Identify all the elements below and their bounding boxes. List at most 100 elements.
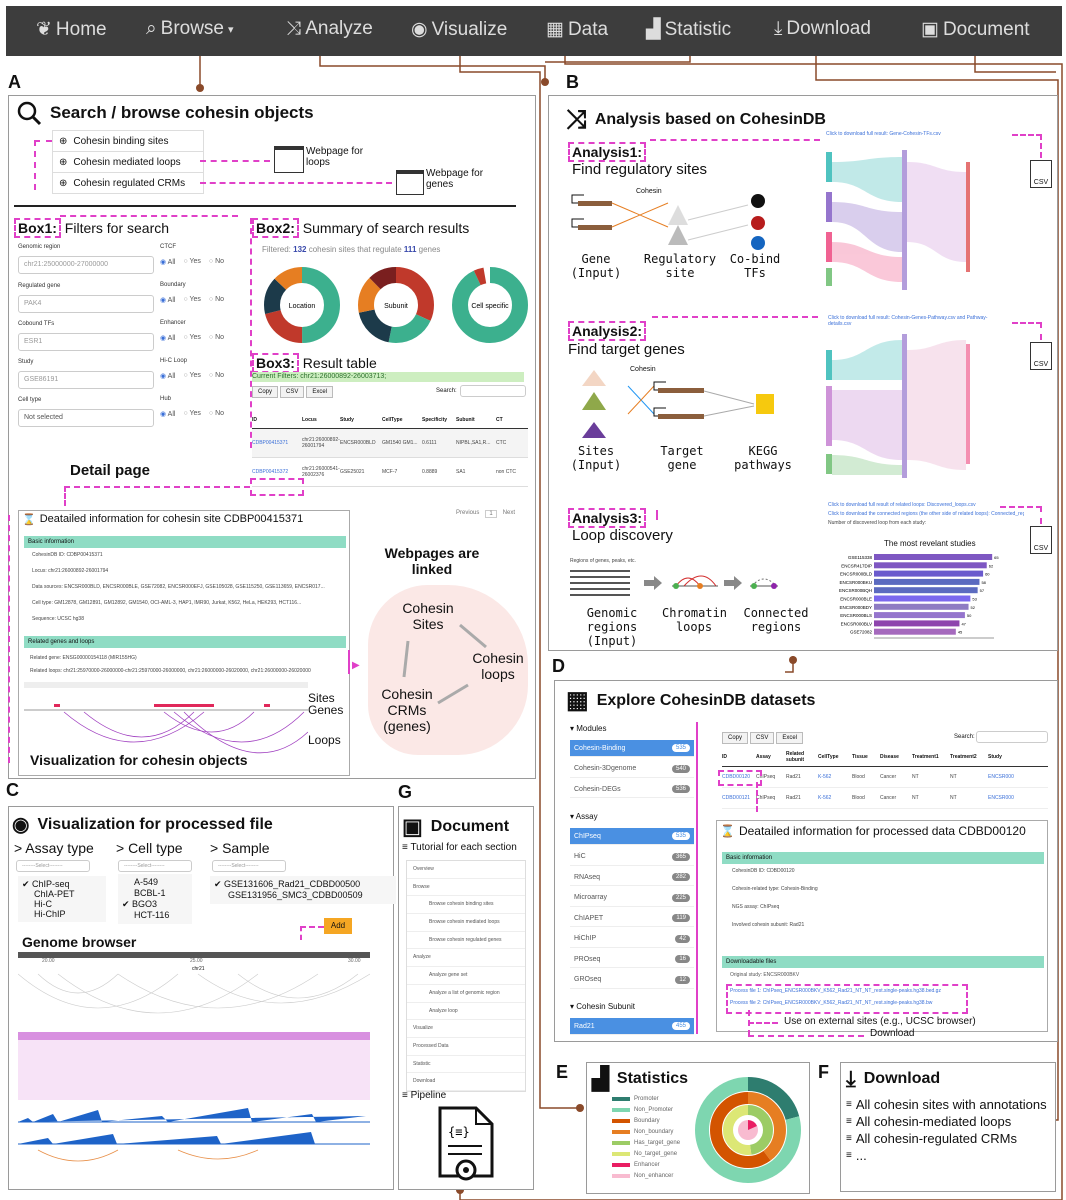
doc-tree-item[interactable]: Browse cohesin mediated loops bbox=[407, 914, 525, 932]
radio-option[interactable]: ◉ All bbox=[160, 258, 175, 266]
d-table-cell[interactable]: CDBD00121 bbox=[722, 795, 756, 801]
pager-page[interactable]: 1 bbox=[485, 510, 497, 518]
doc-tree-item[interactable]: Processed Data bbox=[407, 1038, 525, 1056]
doc-tree-item[interactable]: Visualize bbox=[407, 1020, 525, 1038]
assay-option[interactable]: Hi-C bbox=[22, 899, 102, 909]
radio-option[interactable]: ◉ All bbox=[160, 296, 175, 304]
excel-button[interactable]: Excel bbox=[776, 732, 804, 744]
sidebar-item-chiapet[interactable]: ChIAPET 119 bbox=[570, 910, 694, 927]
doc-tree-item[interactable]: Analyze loop bbox=[407, 1003, 525, 1021]
table-search-input[interactable] bbox=[460, 385, 526, 397]
sidebar-item-microarray[interactable]: Microarray 225 bbox=[570, 890, 694, 907]
menu-item-crms[interactable]: ⊕ Cohesin regulated CRMs bbox=[53, 173, 203, 193]
assay-option[interactable]: ChIA-PET bbox=[22, 889, 102, 899]
menu-item-loops[interactable]: ⊕ Cohesin mediated loops bbox=[53, 152, 203, 173]
related-loops[interactable]: Related loops: chr21:25970000-26000000-c… bbox=[30, 668, 340, 674]
csv-button[interactable]: CSV bbox=[280, 386, 305, 398]
sidebar-item-proseq[interactable]: PROseq 16 bbox=[570, 951, 694, 968]
radio-option[interactable]: ◉ All bbox=[160, 334, 175, 342]
d-table-row[interactable]: CDBD00120 ChIPseq Rad21 K-562 Blood Cancer NT N… bbox=[722, 767, 1048, 788]
study-input[interactable]: GSE86191 bbox=[18, 371, 154, 389]
celltype-select[interactable]: --------Select-------- bbox=[118, 860, 192, 872]
radio-option[interactable]: ○ Yes bbox=[183, 258, 200, 266]
download-item[interactable]: ≡ All cohesin sites with annotations bbox=[846, 1096, 1052, 1113]
doc-tree-item[interactable]: Analyze bbox=[407, 949, 525, 968]
sidebar-item-cohesin-degs[interactable]: Cohesin-DEGs 536 bbox=[570, 781, 694, 798]
radio-option[interactable]: ○ No bbox=[209, 410, 224, 418]
radio-option[interactable]: ○ Yes bbox=[183, 296, 200, 304]
doc-tree-item[interactable]: Browse cohesin regulated genes bbox=[407, 932, 525, 950]
download-item[interactable]: ≡ All cohesin-mediated loops bbox=[846, 1113, 1052, 1130]
copy-button[interactable]: Copy bbox=[252, 386, 279, 398]
excel-button[interactable]: Excel bbox=[306, 386, 334, 398]
sample-option[interactable]: ✔ GSE131606_Rad21_CDBD00500 bbox=[214, 879, 392, 890]
a1-download-link[interactable]: Click to download full result: Gene-Cohe… bbox=[826, 131, 1036, 137]
copy-button[interactable]: Copy bbox=[722, 732, 749, 744]
a3-link[interactable]: Click to download the connected regions … bbox=[828, 511, 1024, 517]
a2-download-link[interactable]: Click to download full result: Cohesin-G… bbox=[828, 315, 1008, 327]
a3-link[interactable]: Click to download full result of related… bbox=[828, 502, 1024, 508]
doc-tree-item[interactable]: Browse cohesin binding sites bbox=[407, 896, 525, 915]
doc-tree-item[interactable]: Overview bbox=[407, 861, 525, 879]
original-study: Original study: ENCSR000BKV bbox=[730, 972, 800, 978]
doc-tree-item[interactable]: Analyze gene set bbox=[407, 967, 525, 985]
sidebar-item-cohesin-3dgenome[interactable]: Cohesin-3Dgenome 540 bbox=[570, 761, 694, 778]
regulated-gene-input[interactable]: PAK4 bbox=[18, 295, 154, 313]
table-row[interactable]: CDBP00415371 chr21:26000892-26001794 ENCSR… bbox=[252, 429, 528, 458]
radio-option[interactable]: ○ Yes bbox=[183, 334, 200, 342]
csv-file-icon[interactable]: CSV bbox=[1030, 526, 1052, 554]
genomic-region-input[interactable]: chr21:25000000-27000000 bbox=[18, 256, 154, 274]
cell-option[interactable]: HCT-116 bbox=[122, 910, 188, 921]
process-file-2[interactable]: Process file 2: ChIPseq_ENCSR000BKV_K562… bbox=[730, 1000, 962, 1006]
download-item[interactable]: ≡... bbox=[846, 1147, 1052, 1164]
radio-option[interactable]: ○ No bbox=[209, 372, 224, 380]
sample-select[interactable]: --------Select-------- bbox=[212, 860, 286, 872]
sidebar-item-hic[interactable]: HiC 365 bbox=[570, 849, 694, 866]
pager-prev[interactable]: Previous bbox=[456, 510, 479, 518]
menu-item-binding-sites[interactable]: ⊕ Cohesin binding sites bbox=[53, 131, 203, 152]
related-gene[interactable]: Related gene: ENSG00000154118 (MIR155HG) bbox=[30, 655, 340, 661]
csv-button[interactable]: CSV bbox=[750, 732, 775, 744]
table-cell[interactable]: CDBP00415371 bbox=[252, 440, 302, 446]
sample-option[interactable]: GSE131956_SMC3_CDBD00509 bbox=[214, 890, 392, 901]
doc-tree-item[interactable]: Download bbox=[407, 1073, 525, 1091]
doc-tree-item[interactable]: Analyze a list of genomic region bbox=[407, 985, 525, 1003]
col-cell-type: > Cell type bbox=[116, 840, 183, 856]
assay-option[interactable]: ✔ ChIP-seq bbox=[22, 879, 102, 889]
sidebar-item-chipseq[interactable]: ChIPseq 535 bbox=[570, 828, 694, 845]
radio-option[interactable]: ◉ All bbox=[160, 372, 175, 380]
doc-tree-item[interactable]: Statistic bbox=[407, 1056, 525, 1074]
sidebar-item-groseq[interactable]: GROseq 12 bbox=[570, 972, 694, 989]
csv-file-icon[interactable]: CSV bbox=[1030, 342, 1052, 370]
radio-group-3: ◉ All ○ Yes ○ No bbox=[160, 372, 224, 380]
d-search-input[interactable] bbox=[976, 731, 1048, 743]
cell-option[interactable]: BCBL-1 bbox=[122, 888, 188, 899]
cell-option[interactable]: ✔ BGO3 bbox=[122, 899, 188, 910]
sidebar-item-hichip[interactable]: HiChIP 42 bbox=[570, 931, 694, 948]
cell-option[interactable]: A-549 bbox=[122, 877, 188, 888]
table-cell[interactable]: CDBP00415372 bbox=[252, 469, 302, 475]
radio-option[interactable]: ◉ All bbox=[160, 410, 175, 418]
radio-option[interactable]: ○ Yes bbox=[183, 410, 200, 418]
cell-type-select[interactable]: Not selected bbox=[18, 409, 154, 427]
assay-option[interactable]: Hi-ChIP bbox=[22, 909, 102, 919]
d-table-row[interactable]: CDBD00121 ChIPseq Rad21 K-562 Blood Cancer NT N… bbox=[722, 788, 1048, 809]
sidebar-item-rnaseq[interactable]: RNAseq 282 bbox=[570, 869, 694, 886]
radio-option[interactable]: ○ No bbox=[209, 334, 224, 342]
csv-file-icon[interactable]: CSV bbox=[1030, 160, 1052, 188]
download-item[interactable]: ≡ All cohesin-regulated CRMs bbox=[846, 1130, 1052, 1147]
cobound-tfs-input[interactable]: ESR1 bbox=[18, 333, 154, 351]
radio-option[interactable]: ○ No bbox=[209, 296, 224, 304]
d-table-cell: NT bbox=[912, 795, 919, 801]
radio-option[interactable]: ○ No bbox=[209, 258, 224, 266]
radio-option[interactable]: ○ Yes bbox=[183, 372, 200, 380]
bar-value-label: 58 bbox=[981, 580, 986, 585]
doc-tree-item[interactable]: Browse bbox=[407, 879, 525, 897]
pager-next[interactable]: Next bbox=[503, 510, 515, 518]
sidebar-item-rad21[interactable]: Rad21 455 bbox=[570, 1018, 694, 1035]
process-file-1[interactable]: Process file 1: ChIPseq_ENCSR000BKV_K562… bbox=[730, 988, 962, 994]
add-button[interactable]: Add bbox=[324, 918, 352, 934]
sidebar-item-cohesin-binding[interactable]: Cohesin-Binding 535 bbox=[570, 740, 694, 757]
list-icon: ≡ bbox=[846, 1099, 852, 1110]
assay-select[interactable]: --------Select-------- bbox=[16, 860, 90, 872]
